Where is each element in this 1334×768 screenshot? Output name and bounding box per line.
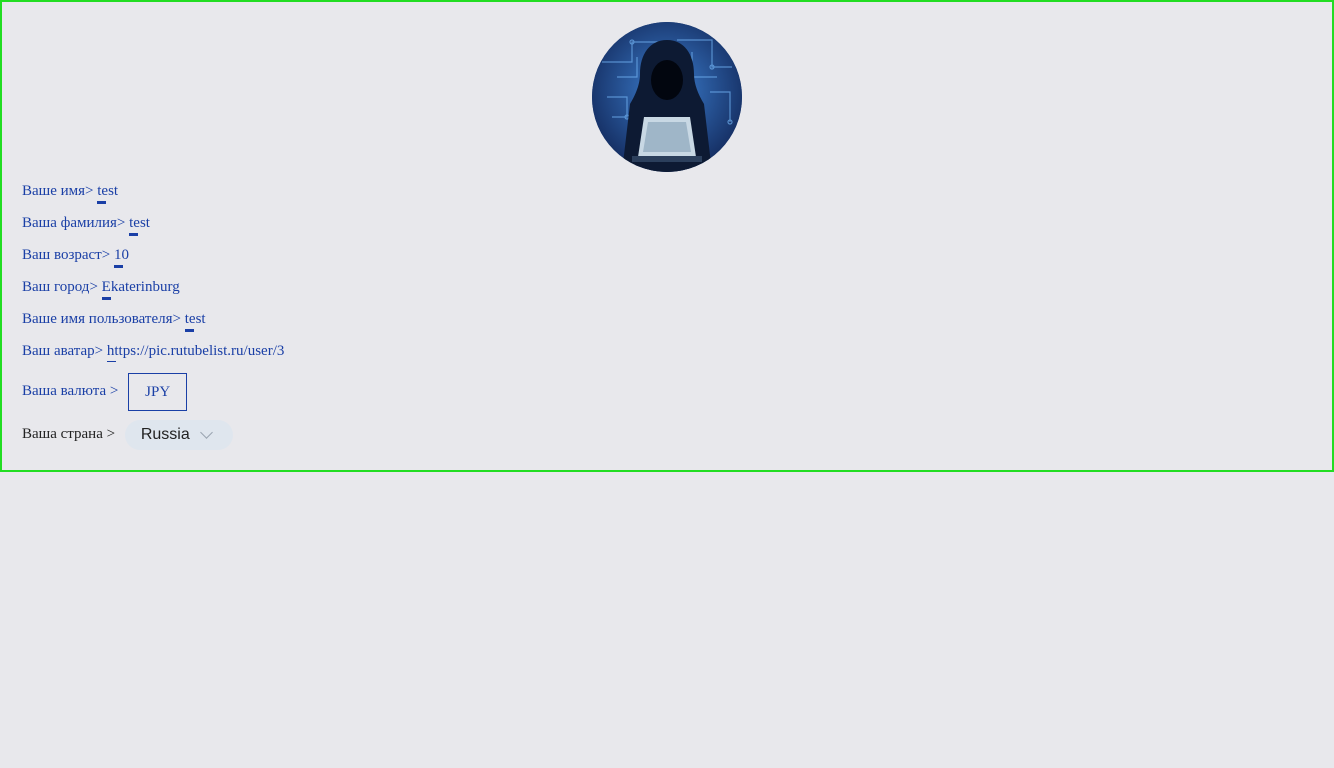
- country-selected-value: Russia: [140, 425, 190, 443]
- name-input[interactable]: test: [97, 180, 118, 204]
- avatar-url-label: Ваш аватар>: [22, 343, 104, 359]
- username-row: Ваше имя пользователя> test: [22, 308, 206, 332]
- age-label: Ваш возраст>: [22, 247, 111, 263]
- avatar[interactable]: [592, 22, 742, 172]
- surname-label: Ваша фамилия>: [22, 215, 126, 231]
- country-label: Ваша страна >: [22, 426, 116, 442]
- chevron-down-icon: [199, 425, 213, 439]
- currency-row: Ваша валюта > JPY: [22, 372, 188, 411]
- surname-row: Ваша фамилия> test: [22, 212, 150, 236]
- profile-panel: Ваше имя> test Ваша фамилия> test Ваш во…: [0, 0, 1334, 472]
- surname-input[interactable]: test: [129, 212, 150, 236]
- name-label: Ваше имя>: [22, 183, 94, 199]
- avatar-url-row: Ваш аватар> https://pic.rutubelist.ru/us…: [22, 340, 284, 362]
- avatar-url-input[interactable]: https://pic.rutubelist.ru/user/3: [106, 340, 284, 362]
- age-input[interactable]: 10: [113, 244, 129, 268]
- username-label: Ваше имя пользователя>: [22, 311, 181, 327]
- country-row: Ваша страна > Russia: [22, 418, 233, 450]
- currency-button[interactable]: JPY: [128, 372, 188, 411]
- city-row: Ваш город> Ekaterinburg: [22, 276, 180, 300]
- hacker-avatar-image: [592, 22, 742, 172]
- username-input[interactable]: test: [184, 308, 206, 332]
- city-label: Ваш город>: [22, 279, 98, 295]
- city-input[interactable]: Ekaterinburg: [101, 276, 180, 300]
- currency-label: Ваша валюта >: [22, 383, 119, 399]
- name-row: Ваше имя> test: [22, 180, 118, 204]
- age-row: Ваш возраст> 10: [22, 244, 129, 268]
- country-select[interactable]: Russia: [124, 419, 233, 450]
